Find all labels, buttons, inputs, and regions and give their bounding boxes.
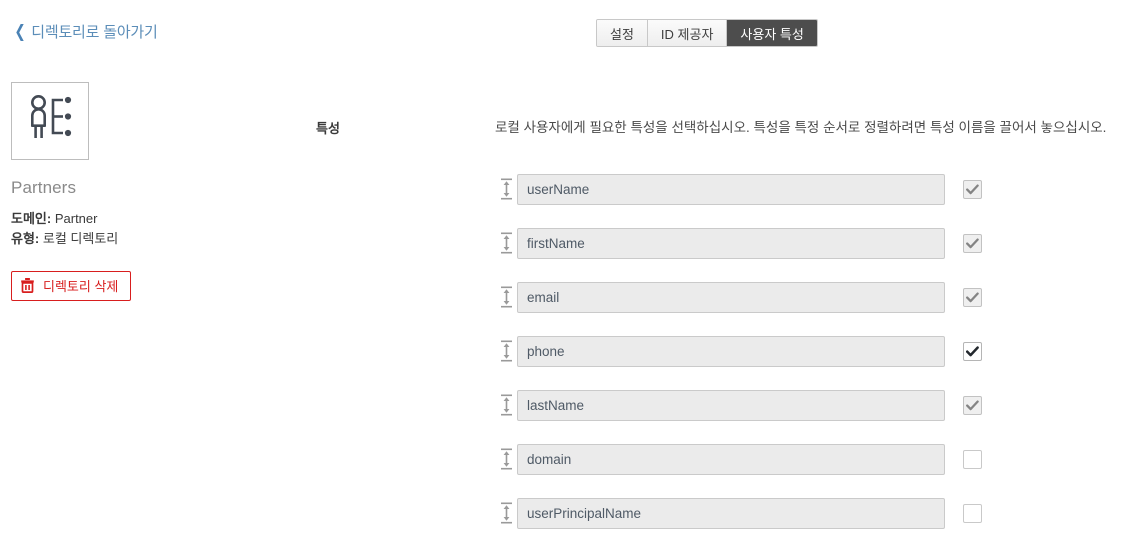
directory-user-icon [25,93,75,150]
attribute-checkbox[interactable] [963,503,982,523]
directory-meta-domain-value: Partner [54,211,98,226]
tab-identity-provider-label: ID 제공자 [660,26,714,42]
attribute-row: userName [495,173,985,205]
tab-user-attributes-label: 사용자 특성 [740,26,804,42]
tab-settings-label: 설정 [610,26,634,42]
top-bar: ❮ 디렉토리로 돌아가기 설정 ID 제공자 사용자 특성 [0,0,1128,66]
attribute-name-field[interactable]: phone [517,335,945,367]
attribute-name-value: domain [527,451,572,467]
attribute-name-value: phone [527,343,565,359]
attribute-checkbox[interactable] [963,287,982,307]
drag-vertical-icon[interactable] [495,338,517,364]
attribute-name-value: lastName [527,397,585,413]
drag-vertical-icon[interactable] [495,176,517,202]
back-link-label: 디렉토리로 돌아가기 [31,24,158,41]
tab-settings[interactable]: 설정 [597,20,648,46]
drag-vertical-icon[interactable] [495,392,517,418]
directory-icon-box [11,82,89,160]
tab-user-attributes[interactable]: 사용자 특성 [727,20,817,46]
attribute-name-value: userPrincipalName [527,505,642,521]
attribute-name-value: userName [527,181,590,197]
attribute-name-field[interactable]: email [517,281,945,313]
tab-group: 설정 ID 제공자 사용자 특성 [596,19,818,47]
delete-directory-label: 디렉토리 삭제 [43,278,119,294]
directory-meta-domain: 도메인: Partner [11,209,291,229]
chevron-left-icon: ❮ [14,22,26,41]
drag-vertical-icon[interactable] [495,500,517,526]
directory-meta: 도메인: Partner 유형: 로컬 디렉토리 [11,209,291,249]
checkmark-icon [966,291,979,302]
delete-directory-button[interactable]: 디렉토리 삭제 [11,271,132,301]
directory-name: Partners [11,178,77,197]
attributes-description: 로컬 사용자에게 필요한 특성을 선택하십시오. 특성을 특정 순서로 정렬하려… [495,120,1107,135]
attribute-row: domain [495,443,985,475]
checkmark-icon [966,237,979,248]
attribute-checkbox[interactable] [963,179,982,199]
attribute-checkbox[interactable] [963,449,982,469]
directory-meta-type-key: 유형: [11,231,40,246]
attribute-row: email [495,281,985,313]
directory-meta-domain-key: 도메인: [11,211,52,226]
directory-meta-type: 유형: 로컬 디렉토리 [11,229,291,249]
tab-identity-provider[interactable]: ID 제공자 [647,20,728,46]
checkmark-icon [966,183,979,194]
attribute-name-field[interactable]: domain [517,443,945,475]
attribute-checkbox[interactable] [963,341,982,361]
attribute-checkbox[interactable] [963,233,982,253]
attribute-name-value: firstName [527,235,585,251]
attribute-name-field[interactable]: lastName [517,389,945,421]
trash-icon [20,277,35,295]
directory-summary-panel: Partners 도메인: Partner 유형: 로컬 디렉토리 디렉토리 삭… [11,82,291,301]
directory-meta-type-value: 로컬 디렉토리 [42,231,119,246]
checkmark-icon [966,345,979,356]
drag-vertical-icon[interactable] [495,284,517,310]
attribute-name-field[interactable]: userPrincipalName [517,497,945,529]
attribute-row: lastName [495,389,985,421]
checkmark-icon [966,399,979,410]
attribute-row: userPrincipalName [495,497,985,529]
attributes-section-label: 특성 [316,121,340,136]
attribute-name-field[interactable]: userName [517,173,945,205]
attribute-name-field[interactable]: firstName [517,227,945,259]
drag-vertical-icon[interactable] [495,446,517,472]
attribute-checkbox[interactable] [963,395,982,415]
attribute-row: firstName [495,227,985,259]
attribute-list: userName firstName email phone lastName … [495,173,985,529]
back-to-directories-link[interactable]: ❮ 디렉토리로 돌아가기 [13,21,158,42]
attribute-row: phone [495,335,985,367]
attribute-name-value: email [527,289,560,305]
drag-vertical-icon[interactable] [495,230,517,256]
